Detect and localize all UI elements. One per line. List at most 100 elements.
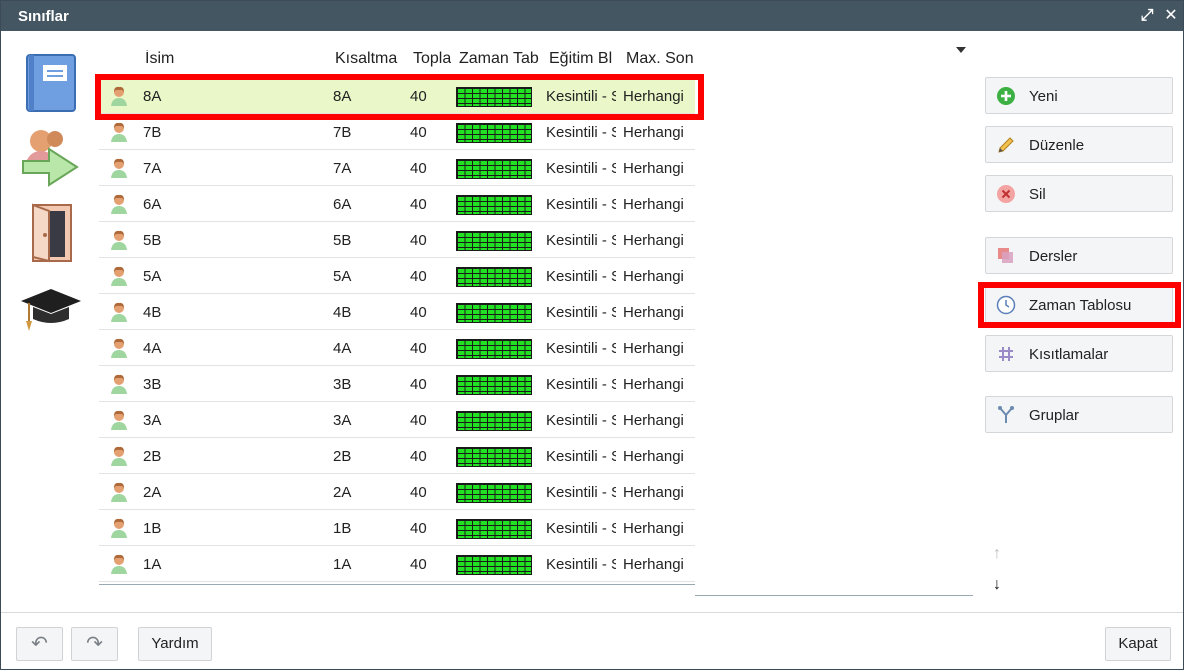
column-menu-arrow-icon[interactable] [956, 47, 966, 53]
table-row[interactable]: 2B 2B 40 Kesintili - S Herhangi [99, 438, 695, 474]
cell-name: 2A [143, 484, 162, 501]
delete-button[interactable]: Sil [985, 175, 1173, 212]
redo-button[interactable]: ↷ [71, 627, 118, 661]
pencil-icon [998, 137, 1014, 153]
table-row[interactable]: 6A 6A 40 Kesintili - S Herhangi [99, 186, 695, 222]
cell-abbr: 4A [333, 340, 352, 357]
cell-timetable-preview [456, 195, 532, 215]
table-row[interactable]: 4B 4B 40 Kesintili - S Herhangi [99, 294, 695, 330]
move-up-arrow-icon[interactable]: ↑ [989, 545, 1005, 563]
cell-total: 40 [410, 88, 427, 105]
cell-timetable-preview [456, 123, 532, 143]
cell-block: Kesintili - S [546, 520, 616, 537]
cell-total: 40 [410, 232, 427, 249]
cell-abbr: 3B [333, 376, 352, 393]
lessons-button-label: Dersler [1029, 248, 1078, 265]
column-header-total[interactable]: Topla [413, 50, 451, 68]
cell-block: Kesintili - S [546, 448, 616, 465]
new-button[interactable]: Yeni [985, 77, 1173, 114]
column-header-abbr[interactable]: Kısaltma [335, 50, 403, 68]
cell-timetable-preview [456, 231, 532, 251]
close-icon[interactable]: ✕ [1161, 5, 1181, 27]
lessons-button[interactable]: Dersler [985, 237, 1173, 274]
undo-icon: ↶ [31, 633, 48, 655]
table-row[interactable]: 5B 5B 40 Kesintili - S Herhangi [99, 222, 695, 258]
hash-icon [999, 347, 1013, 361]
close-button[interactable]: Kapat [1105, 627, 1171, 661]
class-icon [111, 554, 127, 574]
cell-name: 4B [143, 304, 162, 321]
column-header-max[interactable]: Max. Son [626, 50, 694, 68]
cell-timetable-preview [456, 339, 532, 359]
table-row[interactable]: 4A 4A 40 Kesintili - S Herhangi [99, 330, 695, 366]
table-row[interactable]: 3B 3B 40 Kesintili - S Herhangi [99, 366, 695, 402]
timetable-button-label: Zaman Tablosu [1029, 297, 1132, 314]
cell-block: Kesintili - S [546, 412, 616, 429]
table-row[interactable]: 5A 5A 40 Kesintili - S Herhangi [99, 258, 695, 294]
cell-max: Herhangi [623, 448, 684, 465]
column-header-timetable[interactable]: Zaman Tab [459, 50, 540, 68]
window-title: Sınıflar [18, 8, 69, 25]
class-icon [111, 86, 127, 106]
cell-max: Herhangi [623, 520, 684, 537]
column-header-name[interactable]: İsim [145, 50, 225, 68]
class-icon [111, 302, 127, 322]
cell-name: 3B [143, 376, 162, 393]
plus-icon [997, 87, 1015, 105]
cell-timetable-preview [456, 375, 532, 395]
cell-name: 5B [143, 232, 162, 249]
cell-total: 40 [410, 304, 427, 321]
cell-name: 2B [143, 448, 162, 465]
table-row[interactable]: 1B 1B 40 Kesintili - S Herhangi [99, 510, 695, 546]
timetable-button[interactable]: Zaman Tablosu [985, 286, 1173, 323]
undo-button[interactable]: ↶ [16, 627, 63, 661]
move-down-arrow-icon[interactable]: ↓ [989, 576, 1005, 594]
constraints-button[interactable]: Kısıtlamalar [985, 335, 1173, 372]
table-row[interactable]: 1A 1A 40 Kesintili - S Herhangi [99, 546, 695, 582]
cell-max: Herhangi [623, 196, 684, 213]
table-row[interactable]: 7A 7A 40 Kesintili - S Herhangi [99, 150, 695, 186]
class-icon [111, 266, 127, 286]
delete-button-label: Sil [1029, 186, 1046, 203]
footer-divider [1, 612, 1183, 613]
cell-name: 4A [143, 340, 162, 357]
table-row[interactable]: 3A 3A 40 Kesintili - S Herhangi [99, 402, 695, 438]
cell-max: Herhangi [623, 304, 684, 321]
cell-abbr: 7B [333, 124, 352, 141]
cell-block: Kesintili - S [546, 124, 616, 141]
book-icon[interactable] [19, 51, 83, 115]
maximize-icon[interactable]: ⤢ [1137, 5, 1157, 27]
edit-button[interactable]: Düzenle [985, 126, 1173, 163]
cell-abbr: 4B [333, 304, 352, 321]
graduation-cap-icon[interactable] [19, 277, 83, 341]
cell-block: Kesintili - S [546, 88, 616, 105]
cell-timetable-preview [456, 447, 532, 467]
cell-name: 7A [143, 160, 162, 177]
cell-max: Herhangi [623, 412, 684, 429]
cell-total: 40 [410, 556, 427, 573]
door-icon[interactable] [19, 201, 83, 265]
cell-max: Herhangi [623, 232, 684, 249]
cell-abbr: 5B [333, 232, 352, 249]
table-bottom-border [99, 584, 695, 585]
transfer-users-icon[interactable] [19, 125, 83, 189]
cell-abbr: 2A [333, 484, 352, 501]
cell-block: Kesintili - S [546, 160, 616, 177]
table-row[interactable]: 7B 7B 40 Kesintili - S Herhangi [99, 114, 695, 150]
classes-window: Sınıflar ⤢ ✕ İsim Kısaltma Topla Zaman T… [0, 0, 1184, 670]
help-button[interactable]: Yardım [138, 627, 212, 661]
cell-timetable-preview [456, 483, 532, 503]
cell-abbr: 2B [333, 448, 352, 465]
cell-name: 1B [143, 520, 162, 537]
table-header: İsim Kısaltma Topla Zaman Tab Eğitim Bl … [99, 41, 695, 77]
groups-button-label: Gruplar [1029, 407, 1080, 424]
cell-block: Kesintili - S [546, 232, 616, 249]
cell-total: 40 [410, 160, 427, 177]
column-header-block[interactable]: Eğitim Bl [549, 50, 618, 68]
groups-button[interactable]: Gruplar [985, 396, 1173, 433]
table-row[interactable]: 8A 8A 40 Kesintili - S Herhangi [99, 78, 695, 114]
table-row[interactable]: 2A 2A 40 Kesintili - S Herhangi [99, 474, 695, 510]
cell-total: 40 [410, 268, 427, 285]
class-icon [111, 482, 127, 502]
cell-block: Kesintili - S [546, 304, 616, 321]
